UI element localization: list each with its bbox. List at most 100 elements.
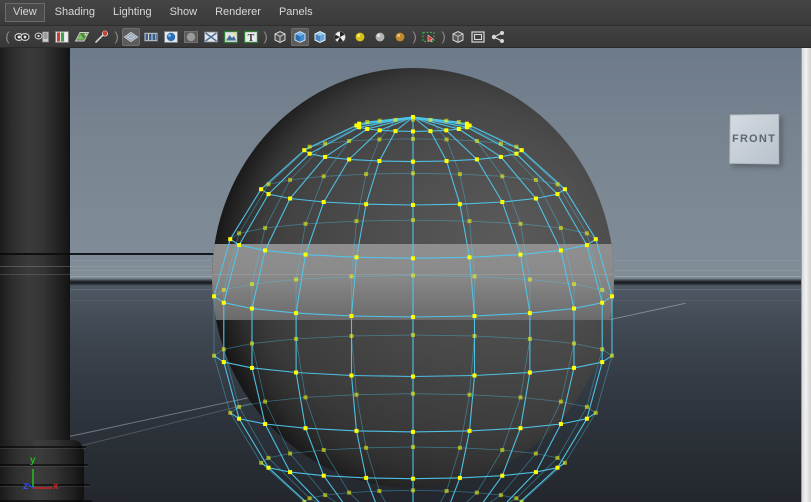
mesh-edge	[239, 227, 266, 234]
mesh-edge	[295, 338, 306, 398]
menu-item-panels[interactable]: Panels	[271, 3, 321, 22]
mesh-vertex	[584, 231, 589, 236]
mesh-vertex	[411, 256, 415, 261]
mesh-vertex	[500, 174, 505, 179]
mesh-vertex	[212, 353, 216, 358]
mesh-vertex	[514, 496, 519, 501]
mesh-edge	[446, 160, 461, 205]
mesh-vertex	[263, 226, 268, 230]
mesh-vertex	[562, 187, 567, 192]
two-d-pan-zoom-icon[interactable]	[93, 28, 111, 46]
text-toggle-icon[interactable]: T	[242, 28, 260, 46]
mesh-edge	[560, 418, 588, 425]
view-cube[interactable]: FRONT	[729, 113, 780, 165]
default-light-icon[interactable]	[351, 28, 369, 46]
image-plane-icon[interactable]	[73, 28, 91, 46]
mesh-vertex	[411, 129, 415, 134]
view-cube-label: FRONT	[732, 132, 777, 146]
menu-item-view[interactable]: View	[5, 3, 45, 22]
smooth-shaded-cube-icon[interactable]	[291, 27, 309, 46]
isolate-select-icon[interactable]	[449, 28, 467, 46]
mesh-vertex	[500, 473, 505, 478]
mesh-edge	[268, 153, 310, 195]
mesh-vertex	[467, 428, 472, 433]
checkered-sphere-icon[interactable]	[331, 28, 349, 46]
mesh-edge	[520, 223, 531, 280]
mesh-edge	[474, 276, 530, 280]
mesh-edge	[379, 160, 414, 163]
mesh-edge	[535, 179, 562, 229]
texture-toggle-icon[interactable]	[222, 28, 240, 46]
mesh-edge	[349, 490, 380, 494]
mesh-vertex	[266, 465, 271, 470]
mesh-edge	[251, 367, 266, 425]
mesh-vertex	[610, 294, 614, 299]
mesh-vertex	[377, 489, 382, 493]
mesh-edge	[296, 335, 352, 340]
mesh-vertex	[533, 177, 538, 182]
mesh-edge	[379, 489, 414, 492]
mesh-vertex	[288, 451, 293, 456]
mesh-vertex	[519, 148, 524, 153]
mesh-edge	[469, 394, 521, 398]
mesh-edge	[474, 371, 530, 377]
camera-attributes-icon[interactable]	[33, 28, 51, 46]
mesh-vertex	[411, 136, 415, 141]
mesh-edge	[349, 158, 380, 162]
mesh-edge	[412, 393, 470, 396]
mesh-vertex	[411, 445, 415, 449]
mesh-vertex	[555, 182, 560, 187]
mesh-vertex	[250, 306, 254, 311]
mesh-vertex	[444, 159, 449, 163]
mesh-edge	[469, 220, 521, 225]
mesh-vertex	[527, 336, 532, 341]
mesh-edge	[412, 256, 470, 259]
node-graph-icon[interactable]	[489, 28, 507, 46]
panel-layout-icon[interactable]	[469, 28, 487, 46]
mesh-vertex	[266, 192, 271, 197]
mesh-vertex	[562, 460, 567, 465]
mesh-vertex-pole	[411, 115, 415, 119]
all-lights-icon[interactable]	[391, 28, 409, 46]
mesh-vertex	[303, 395, 308, 400]
selection-marquee-icon[interactable]	[420, 28, 438, 46]
mesh-vertex	[250, 341, 254, 346]
bookmark-icon[interactable]	[53, 28, 71, 46]
mesh-vertex	[558, 248, 563, 253]
mesh-edge	[516, 153, 558, 195]
mesh-vertex	[572, 282, 576, 287]
mesh-edge	[459, 475, 503, 479]
mesh-vertex	[354, 392, 359, 397]
mesh-vertex	[212, 294, 216, 299]
mesh-vertex	[593, 237, 598, 242]
mesh-vertex	[303, 426, 308, 431]
mesh-edge	[412, 477, 460, 480]
mesh-vertex	[514, 144, 519, 149]
menu-item-renderer[interactable]: Renderer	[207, 3, 269, 22]
menu-item-show[interactable]: Show	[162, 3, 206, 22]
mesh-edge	[520, 223, 561, 229]
no-light-icon[interactable]	[371, 28, 389, 46]
mesh-vertex	[533, 451, 538, 456]
mesh-edge	[356, 256, 414, 259]
menu-item-shading[interactable]: Shading	[47, 3, 103, 22]
mesh-edge	[295, 223, 306, 280]
film-gate-icon[interactable]	[142, 28, 160, 46]
wireframe-cube-icon[interactable]	[271, 28, 289, 46]
poly-sphere-object[interactable]	[0, 48, 811, 502]
smooth-shade-icon[interactable]	[162, 28, 180, 46]
perspective-viewport[interactable]: FRONT y x z persp	[0, 48, 811, 502]
mesh-vertex	[364, 475, 369, 480]
mesh-vertex	[456, 120, 461, 124]
mesh-edge	[295, 254, 307, 314]
textured-cube-icon[interactable]	[311, 28, 329, 46]
mesh-vertex	[303, 252, 308, 257]
shade-options-icon[interactable]	[182, 28, 200, 46]
mesh-edge	[500, 494, 517, 499]
mesh-edge	[412, 489, 447, 492]
grid-toggle-icon[interactable]	[122, 27, 140, 46]
menu-item-lighting[interactable]: Lighting	[105, 3, 160, 22]
select-camera-icon[interactable]	[13, 28, 31, 46]
xray-icon[interactable]	[202, 28, 220, 46]
mesh-edge	[238, 418, 269, 468]
